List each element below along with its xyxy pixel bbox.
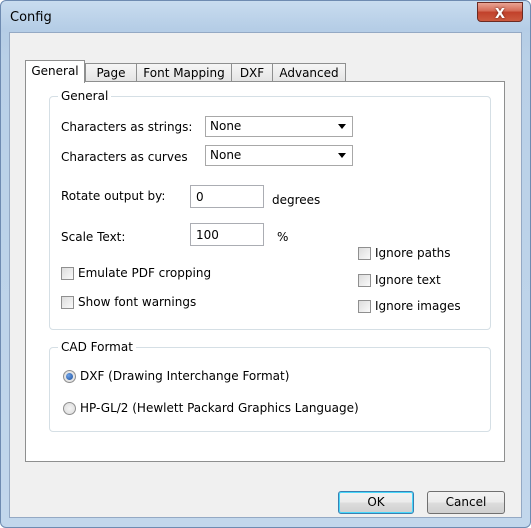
tab-font-mapping[interactable]: Font Mapping: [136, 63, 232, 82]
tab-general[interactable]: General: [25, 60, 85, 83]
radio-hpgl2[interactable]: HP-GL/2 (Hewlett Packard Graphics Langua…: [63, 401, 359, 415]
checkbox-box: [61, 295, 74, 309]
chars-as-curves-label: Characters as curves: [61, 150, 188, 164]
cancel-button[interactable]: Cancel: [427, 491, 505, 514]
general-group-legend: General: [58, 89, 112, 103]
radio-button-selected: [63, 369, 76, 383]
ignore-images-label: Ignore images: [375, 299, 461, 313]
rotate-label: Rotate output by:: [61, 189, 166, 203]
title-bar[interactable]: Config X: [1, 1, 530, 35]
scale-text-label: Scale Text:: [61, 230, 126, 244]
checkbox-box: [358, 273, 371, 287]
tab-advanced[interactable]: Advanced: [272, 63, 346, 82]
checkbox-box: [358, 246, 371, 260]
scale-text-input[interactable]: 100: [190, 223, 264, 246]
tab-dxf[interactable]: DXF: [231, 63, 273, 82]
chars-as-strings-dropdown[interactable]: None: [205, 116, 353, 137]
radio-dxf[interactable]: DXF (Drawing Interchange Format): [63, 369, 289, 383]
tab-page[interactable]: Page: [85, 63, 137, 82]
ignore-paths-label: Ignore paths: [375, 246, 451, 260]
scale-unit-label: %: [277, 230, 289, 244]
cad-format-legend: CAD Format: [58, 340, 136, 354]
ignore-paths-checkbox[interactable]: Ignore paths: [358, 246, 451, 260]
chars-as-curves-dropdown[interactable]: None: [205, 145, 353, 166]
radio-button: [63, 401, 76, 415]
ignore-text-label: Ignore text: [375, 273, 441, 287]
radio-dxf-label: DXF (Drawing Interchange Format): [80, 369, 290, 383]
chevron-down-icon: [338, 153, 346, 158]
show-font-warnings-label: Show font warnings: [78, 295, 197, 309]
rotate-input[interactable]: 0: [190, 185, 264, 208]
checkbox-box: [61, 266, 74, 280]
window-title: Config: [10, 10, 52, 25]
chars-as-curves-value: None: [210, 148, 242, 162]
checkbox-box: [358, 299, 371, 313]
cad-format-group: CAD Format: [49, 340, 491, 432]
radio-hpgl2-label: HP-GL/2 (Hewlett Packard Graphics Langua…: [80, 401, 359, 415]
close-icon: X: [494, 7, 506, 22]
chars-as-strings-label: Characters as strings:: [61, 120, 193, 134]
emulate-pdf-cropping-label: Emulate PDF cropping: [78, 266, 212, 280]
close-button[interactable]: X: [477, 2, 523, 22]
rotate-unit-label: degrees: [272, 193, 321, 207]
ignore-images-checkbox[interactable]: Ignore images: [358, 299, 461, 313]
chevron-down-icon: [338, 124, 346, 129]
emulate-pdf-cropping-checkbox[interactable]: Emulate PDF cropping: [61, 266, 211, 280]
ok-button[interactable]: OK: [338, 491, 414, 514]
chars-as-strings-value: None: [210, 119, 242, 133]
show-font-warnings-checkbox[interactable]: Show font warnings: [61, 295, 196, 309]
ignore-text-checkbox[interactable]: Ignore text: [358, 273, 441, 287]
